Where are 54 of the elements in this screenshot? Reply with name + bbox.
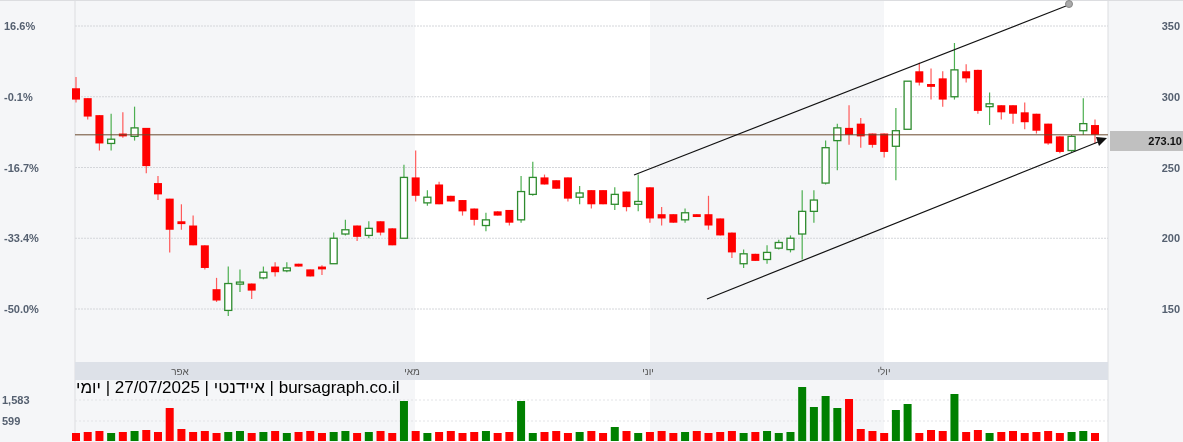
candlestick	[481, 212, 491, 232]
candlestick	[809, 189, 819, 224]
candlestick	[762, 244, 772, 265]
percent-axis-label: 16.6%	[4, 20, 36, 32]
percent-axis-label: -0.1%	[4, 90, 33, 103]
candlestick	[985, 91, 994, 126]
chart-caption: bursagraph.co.il | איידנטי | 27/07/2025 | יומי	[76, 377, 400, 399]
candlestick	[938, 70, 947, 108]
candlestick	[634, 173, 643, 212]
price-axis-label: 250	[1161, 161, 1180, 174]
candlestick	[587, 189, 596, 210]
candlestick	[927, 67, 936, 101]
volume-axis-label: 1,583	[2, 394, 30, 406]
price-axis-label: 300	[1161, 90, 1180, 103]
candlestick	[1091, 118, 1099, 145]
candlestick	[1079, 97, 1088, 136]
candlestick	[880, 132, 889, 159]
candlestick	[833, 123, 842, 171]
price-axis-label: 200	[1161, 232, 1180, 245]
candlestick	[177, 203, 186, 231]
month-label: מאי	[404, 366, 420, 377]
candlestick	[891, 107, 901, 181]
price-axis-label: 150	[1161, 303, 1180, 315]
candlestick	[528, 161, 537, 197]
candlestick	[106, 113, 116, 152]
candlestick	[72, 76, 80, 104]
candlestick	[657, 206, 666, 227]
price-tag: 273.10	[1110, 131, 1183, 151]
percent-axis-label: -33.4%	[4, 232, 39, 245]
candlestick	[798, 189, 807, 261]
candlestick	[83, 97, 92, 120]
percent-axis-label: -16.7%	[4, 161, 39, 174]
price-axis-label: 350	[1161, 20, 1180, 32]
candlestick	[1009, 104, 1018, 125]
candlestick	[610, 186, 619, 211]
month-label: יוני	[642, 366, 654, 377]
candlestick	[962, 63, 971, 84]
month-label: יולי	[877, 366, 891, 377]
candlestick	[212, 277, 221, 303]
candlestick	[189, 215, 198, 246]
candlestick	[200, 244, 209, 270]
candlestick	[1020, 101, 1029, 130]
candlestick	[704, 195, 713, 231]
candlestick	[153, 175, 162, 201]
percent-axis-label: -50.0%	[4, 303, 39, 315]
candlestick	[739, 248, 748, 269]
candlestick	[915, 62, 924, 87]
month-label: אפר	[171, 366, 189, 377]
candlestick	[575, 185, 584, 205]
candlestick	[727, 231, 736, 259]
candlestick	[563, 176, 572, 203]
candlestick	[235, 268, 245, 293]
volume-axis-label: 599	[2, 415, 21, 427]
candlestick	[411, 149, 420, 203]
